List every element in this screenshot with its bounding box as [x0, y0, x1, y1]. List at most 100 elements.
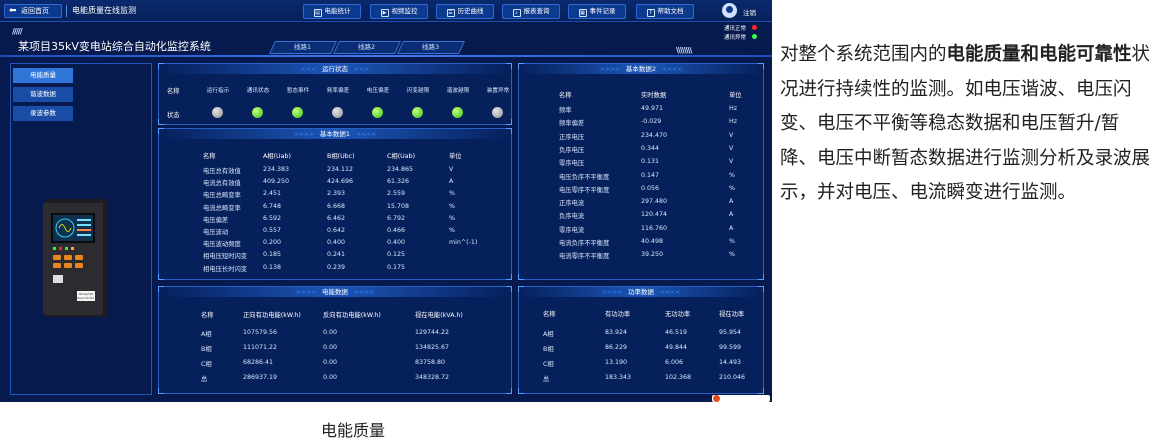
- data-cell: 0.00: [323, 374, 338, 381]
- data-cell: 2.559: [387, 190, 406, 198]
- row-label: 电流总有效值: [203, 180, 241, 188]
- page-title: 电能质量在线监测: [72, 6, 136, 15]
- event-log-button[interactable]: ▦ 事件记录: [568, 4, 626, 19]
- tab-line-2[interactable]: 线路2: [332, 41, 402, 54]
- data-cell: -0.029: [641, 118, 662, 126]
- sidebar-item-harmonic[interactable]: 谐波数据: [13, 87, 73, 102]
- data-cell: 49.971: [641, 105, 664, 112]
- data-cell: 95.954: [719, 329, 742, 336]
- data-cell: 0.466: [387, 227, 406, 234]
- video-monitor-button[interactable]: ▶ 视频监控: [370, 4, 428, 19]
- run-status-state-label: 状态: [167, 112, 180, 119]
- back-home-button[interactable]: ⬅ 返回首页: [4, 4, 62, 18]
- row-label: 相电压短时闪变: [203, 253, 248, 261]
- row-label: 负序电流: [559, 213, 585, 221]
- column-header: 单位: [449, 153, 462, 160]
- row-label: 正序电压: [559, 133, 585, 141]
- data-cell: 83.924: [605, 329, 628, 336]
- data-cell: 6.006: [665, 359, 684, 366]
- sidebar-item-power-quality[interactable]: 电能质量: [13, 68, 73, 83]
- tab-line-1[interactable]: 线路1: [268, 41, 338, 54]
- data-cell: 0.239: [327, 263, 346, 271]
- home-arrow-icon: ⬅: [9, 6, 17, 16]
- column-header: B相(Ubc): [327, 153, 355, 160]
- chevron-decoration: \\\\\\\\: [676, 46, 692, 55]
- figure-caption: 电能质量: [321, 421, 386, 440]
- data-cell: 107579.56: [243, 329, 278, 336]
- data-cell: 0.241: [327, 251, 346, 259]
- history-curve-icon: ☰: [446, 9, 455, 17]
- data-cell: %: [729, 184, 735, 192]
- data-cell: 83758.80: [415, 359, 446, 366]
- corner-decoration: [506, 128, 512, 134]
- energy-stats-button[interactable]: ▤ 电能统计: [303, 4, 361, 19]
- data-cell: 409.250: [263, 178, 290, 186]
- column-header: 名称: [203, 153, 216, 160]
- logout-link[interactable]: 注销: [743, 7, 756, 17]
- history-curve-button[interactable]: ☰ 历史曲线: [436, 4, 494, 19]
- data-cell: 102.368: [665, 374, 692, 381]
- run-status-column: 运行指示: [206, 88, 230, 94]
- row-label: A相: [543, 331, 554, 338]
- panel-title: <<< 运行状态 >>>: [159, 64, 511, 74]
- row-label: 零序电压: [559, 160, 585, 168]
- run-status-panel: <<< 运行状态 >>> 名称 状态 运行指示 通讯状态 暂态事件 频率偏差 电压偏差 闪变越限 谐…: [158, 63, 512, 125]
- data-cell: 0.131: [641, 158, 660, 166]
- data-cell: 99.599: [719, 344, 742, 351]
- corner-decoration: [518, 274, 524, 280]
- row-label: B相: [543, 346, 554, 353]
- corner-decoration: [758, 388, 764, 394]
- basic-data-1-panel: >>>> 基本数据1 <<<< 名称 A相(Uab) B相(Ubc) C相(Uab) 单位电…: [158, 128, 512, 280]
- status-lamp-off: [492, 107, 503, 118]
- data-cell: 86.229: [605, 344, 628, 351]
- data-cell: 111071.22: [243, 344, 278, 351]
- data-cell: 0.200: [263, 239, 282, 247]
- video-monitor-label: 视频监控: [391, 7, 418, 15]
- panel-title: >>>> 基本数据2 <<<<: [519, 64, 763, 74]
- status-label-abnormal: 通讯异常: [724, 35, 747, 41]
- app-screenshot: ⬅ 返回首页 电能质量在线监测 ▤ 电能统计 ▶ 视频监控 ☰ 历史曲线 ⌕ 报表查询 ▦ 事件记…: [0, 0, 772, 402]
- column-header: A相(Uab): [263, 153, 291, 160]
- left-sidebar: 电能质量 谐波数据 录波参数 APView500 Power Monitor: [10, 63, 152, 395]
- history-curve-label: 历史曲线: [457, 7, 484, 15]
- row-label: 电压负序不平衡度: [559, 173, 610, 181]
- data-cell: 129744.22: [415, 329, 450, 336]
- status-lamp-on: [412, 107, 423, 118]
- corner-decoration: [758, 274, 764, 280]
- run-status-column: 频率偏差: [326, 88, 350, 94]
- run-status-column: 电压偏差: [366, 88, 390, 94]
- corner-decoration: [506, 119, 512, 125]
- report-query-button[interactable]: ⌕ 报表查询: [502, 4, 560, 19]
- status-label-normal: 通讯正常: [724, 26, 747, 32]
- column-header: 视在电能(kVA.h): [415, 312, 463, 319]
- data-cell: 6.592: [263, 214, 282, 222]
- corner-decoration: [758, 286, 764, 292]
- corner-decoration: [506, 63, 512, 69]
- help-doc-button[interactable]: ? 帮助文档: [636, 4, 694, 19]
- data-cell: 424.696: [327, 178, 354, 186]
- data-cell: 210.046: [719, 374, 746, 381]
- avatar[interactable]: [722, 3, 737, 18]
- data-cell: 0.175: [387, 263, 406, 271]
- data-cell: 0.056: [641, 184, 660, 192]
- column-header: C相(Uab): [387, 153, 416, 160]
- data-cell: 6.462: [327, 214, 346, 222]
- column-header: 名称: [559, 92, 572, 99]
- event-log-label: 事件记录: [589, 7, 616, 15]
- data-cell: 0.147: [641, 171, 660, 179]
- energy-stats-icon: ▤: [313, 9, 322, 17]
- data-cell: 0.138: [263, 263, 282, 271]
- tab-line-3[interactable]: 线路3: [396, 41, 466, 54]
- corner-decoration: [506, 286, 512, 292]
- data-cell: 116.760: [641, 224, 668, 232]
- tab-line-label: 线路3: [422, 43, 440, 51]
- row-label: C相: [201, 361, 212, 368]
- panel-title: >>>> 功率数据 <<<<: [519, 287, 763, 297]
- column-header: 名称: [543, 311, 556, 318]
- power-monitor-device-image: APView500 Power Monitor: [43, 199, 107, 317]
- description-text: 对整个系统范围内的电能质量和电能可靠性状况进行持续性的监测。如电压谐波、电压闪变…: [780, 38, 1152, 211]
- description-part-1: 对整个系统范围内的: [780, 44, 947, 65]
- panel-title: >>>> 电能数据 <<<<: [159, 287, 511, 297]
- system-header: ///// 某项目35kV变电站综合自动化监控系统 线路1 线路2 线路3 \\\\…: [0, 22, 772, 60]
- sidebar-item-record[interactable]: 录波参数: [13, 106, 73, 121]
